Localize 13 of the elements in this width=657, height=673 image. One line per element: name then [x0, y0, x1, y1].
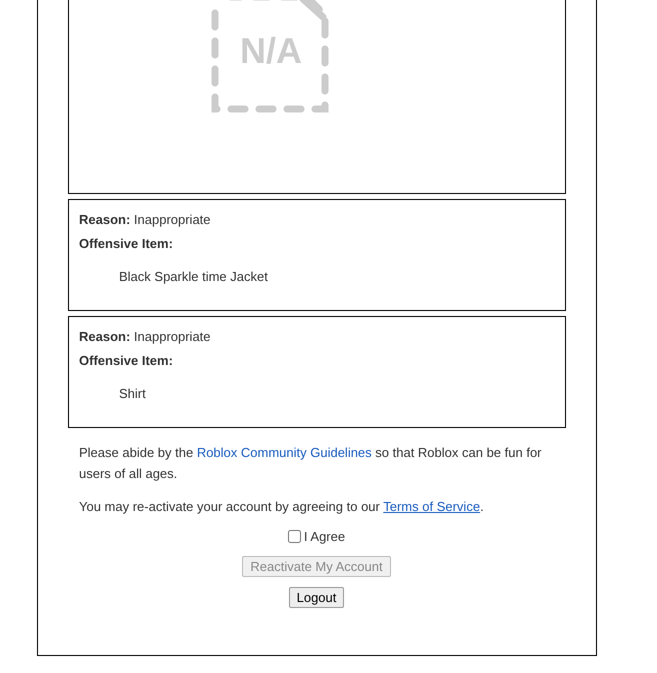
offensive-item-label: Offensive Item:	[79, 353, 174, 370]
guidelines-text: Please abide by the Roblox Community Guidelines so that Roblox can be fun for users of all ages.	[79, 444, 542, 483]
offensive-item-name: Shirt	[118, 386, 147, 401]
agree-label: I Agree	[304, 529, 346, 544]
terms-link[interactable]: Terms of Service	[383, 499, 480, 514]
offensive-item-name: Black Sparkle time Jacket	[118, 269, 269, 284]
terms-text: You may re-activate your account by agreeing to our Terms of Service.	[79, 498, 485, 516]
logout-button[interactable]: Logout	[288, 587, 344, 608]
agree-checkbox[interactable]	[288, 530, 301, 543]
offensive-item-label: Offensive Item:	[79, 236, 174, 253]
reason-text: Reason: Inappropriate	[79, 212, 212, 229]
guidelines-link[interactable]: Roblox Community Guidelines	[196, 445, 372, 460]
reason-text: Reason: Inappropriate	[79, 329, 212, 346]
